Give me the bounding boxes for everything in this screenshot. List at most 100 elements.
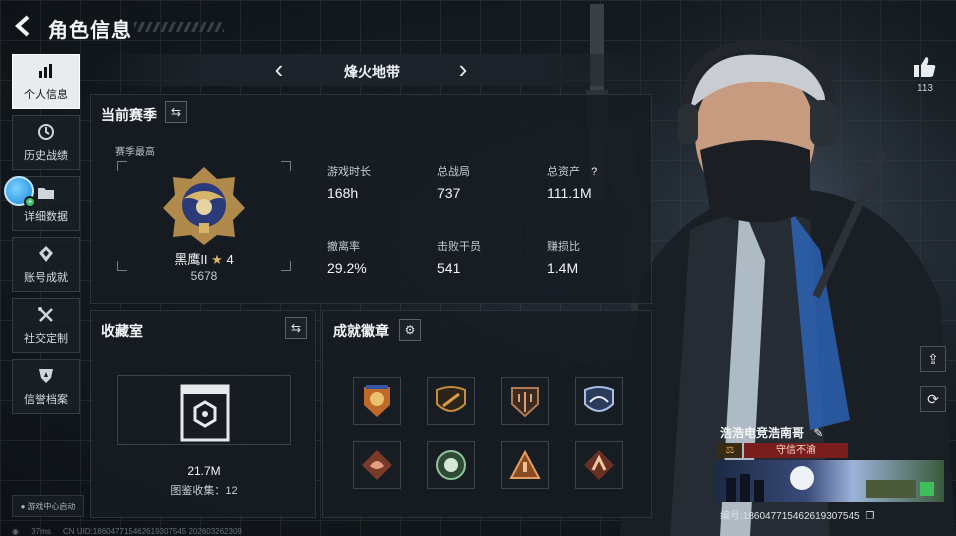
rank-name: 黑鹰II ★ 4 bbox=[117, 249, 291, 268]
achievement-badge[interactable] bbox=[427, 377, 475, 425]
achievement-badge[interactable] bbox=[501, 377, 549, 425]
like-button[interactable] bbox=[912, 54, 938, 80]
swap-icon: ⇆ bbox=[170, 105, 182, 119]
badge-crest-icon bbox=[364, 385, 390, 417]
season-best-label: 赛季最高 bbox=[115, 147, 155, 158]
copy-icon[interactable]: ❐ bbox=[865, 511, 874, 522]
sidebar-item-label: 历史战绩 bbox=[24, 149, 68, 162]
sidebar-item-achievements[interactable]: 账号成就 bbox=[12, 237, 80, 292]
stat-total-assets: 总资产 ? 111.1M bbox=[547, 163, 647, 201]
like-count: 113 bbox=[917, 83, 933, 94]
sidebar-item-label: 信誉档案 bbox=[24, 393, 68, 406]
refresh-button[interactable]: ⟳ bbox=[920, 386, 946, 412]
rank-display: 黑鹰II ★ 4 5678 bbox=[117, 161, 291, 283]
stat-label: 击败干员 bbox=[437, 241, 481, 253]
floating-assistant-button[interactable]: + bbox=[4, 176, 36, 208]
collection-title: 收藏室 bbox=[101, 323, 143, 339]
collection-value: 21.7M bbox=[187, 464, 221, 478]
badge-shield-gun-icon bbox=[436, 386, 466, 412]
achievement-settings-button[interactable]: ⚙ bbox=[399, 319, 421, 341]
stat-label: 总战局 bbox=[437, 166, 470, 178]
mode-switcher: ‹ 烽火地带 › bbox=[92, 54, 652, 86]
credit-status: ⚖ 守信不渝 bbox=[718, 443, 848, 458]
collection-display[interactable] bbox=[117, 375, 291, 445]
stat-label: 赚损比 bbox=[547, 241, 580, 253]
badge-triangle-icon bbox=[509, 449, 541, 479]
stat-label-text: 总资产 bbox=[547, 166, 580, 178]
stat-label: 撤离率 bbox=[327, 241, 360, 253]
vault-icon bbox=[180, 384, 230, 442]
player-name: 浩浩电竞浩南哥 ✎ bbox=[720, 424, 823, 441]
sidebar-item-history[interactable]: 历史战绩 bbox=[12, 115, 80, 170]
stat-value: 111.1M bbox=[547, 185, 592, 201]
stat-value: 737 bbox=[437, 185, 461, 201]
sidebar-item-personal-info[interactable]: 个人信息 bbox=[12, 54, 80, 109]
share-icon: ⇪ bbox=[927, 351, 939, 367]
uid-text: CN UID:18604771546261930754​5 2026032623… bbox=[63, 527, 242, 536]
rank-badge-icon bbox=[163, 167, 245, 245]
game-center-label: 游戏中心启动 bbox=[27, 501, 76, 511]
stat-kills: 击败干员 541 bbox=[437, 238, 537, 276]
gear-icon: ⚙ bbox=[404, 323, 416, 337]
edit-name-button[interactable]: ✎ bbox=[813, 426, 823, 440]
achievement-badge[interactable] bbox=[427, 441, 475, 489]
chat-icon: ● bbox=[20, 501, 26, 511]
tools-icon bbox=[37, 306, 55, 326]
bar-chart-icon bbox=[37, 62, 55, 82]
plus-icon: + bbox=[24, 196, 36, 208]
achievement-badge[interactable] bbox=[575, 441, 623, 489]
sidebar-item-label: 详细数据 bbox=[24, 210, 68, 223]
swap-season-button[interactable]: ⇆ bbox=[165, 101, 187, 123]
mode-name: 烽火地带 bbox=[344, 64, 400, 80]
season-title: 当前赛季 bbox=[101, 107, 157, 123]
swap-collection-button[interactable]: ⇆ bbox=[285, 317, 307, 339]
player-id-text: 编号:18604771546261930754​5 bbox=[720, 511, 860, 522]
season-panel: 当前赛季 ⇆ 赛季最高 黑鹰II ★ 4 5678 游戏时长 168h 总战局 … bbox=[90, 94, 652, 304]
player-name-text: 浩浩电竞浩南哥 bbox=[720, 426, 805, 440]
badge-wing-icon bbox=[584, 386, 614, 412]
stat-value: 1.4M bbox=[547, 260, 579, 276]
banner-illustration bbox=[726, 466, 934, 502]
header: 角色信息 bbox=[0, 0, 956, 50]
sidebar-item-label: 账号成就 bbox=[24, 271, 68, 284]
stat-label: 游戏时长 bbox=[327, 166, 371, 178]
frame-corner bbox=[117, 161, 127, 171]
sidebar-item-label: 社交定制 bbox=[24, 332, 68, 345]
sidebar-item-label: 个人信息 bbox=[24, 88, 68, 101]
help-icon[interactable]: ? bbox=[591, 166, 597, 178]
collection-panel: 收藏室 ⇆ 21.7M 图鉴收集：12 bbox=[90, 310, 316, 518]
rank-stars: 4 bbox=[226, 252, 234, 267]
sidebar: 个人信息 历史战绩 详细数据 账号成就 社交定制 信誉档案 + bbox=[4, 54, 82, 420]
stat-total-matches: 总战局 737 bbox=[437, 163, 537, 201]
page-title: 角色信息 bbox=[48, 20, 132, 42]
achievement-badge[interactable] bbox=[501, 441, 549, 489]
badge-soldier-icon bbox=[584, 450, 614, 480]
swap-icon: ⇆ bbox=[290, 321, 302, 335]
back-arrow-icon bbox=[15, 15, 30, 37]
next-mode-button[interactable]: › bbox=[452, 56, 474, 82]
credit-text: 守信不渝 bbox=[744, 443, 848, 458]
back-button[interactable] bbox=[12, 14, 36, 38]
badge-wreath-icon bbox=[436, 450, 466, 480]
stat-extract-rate: 撤离率 29.2% bbox=[327, 238, 427, 276]
status-bar: ◉ 37ms CN UID:18604771546261930754​5 202… bbox=[12, 527, 252, 536]
rank-score: 5678 bbox=[190, 269, 218, 283]
stat-value: 29.2% bbox=[327, 260, 367, 276]
stat-value: 541 bbox=[437, 260, 461, 276]
star-icon: ★ bbox=[211, 252, 223, 267]
stat-profit-ratio: 赚损比 1.4M bbox=[547, 238, 647, 276]
title-decoration bbox=[134, 22, 224, 32]
game-center-button[interactable]: ● 游戏中心启动 bbox=[12, 495, 84, 517]
collection-count: 图鉴收集：12 bbox=[170, 485, 238, 497]
player-card-banner[interactable] bbox=[716, 460, 944, 502]
sidebar-item-social-custom[interactable]: 社交定制 bbox=[12, 298, 80, 353]
achievement-badge[interactable] bbox=[575, 377, 623, 425]
clock-icon bbox=[37, 123, 55, 143]
wifi-icon: ◉ bbox=[12, 527, 19, 536]
stat-label: 总资产 ? bbox=[547, 163, 647, 179]
achievement-badge[interactable] bbox=[353, 377, 401, 425]
sidebar-item-credit-record[interactable]: 信誉档案 bbox=[12, 359, 80, 414]
share-button[interactable]: ⇪ bbox=[920, 346, 946, 372]
achievement-badge[interactable] bbox=[353, 441, 401, 489]
ping-value: 37ms bbox=[31, 527, 51, 536]
